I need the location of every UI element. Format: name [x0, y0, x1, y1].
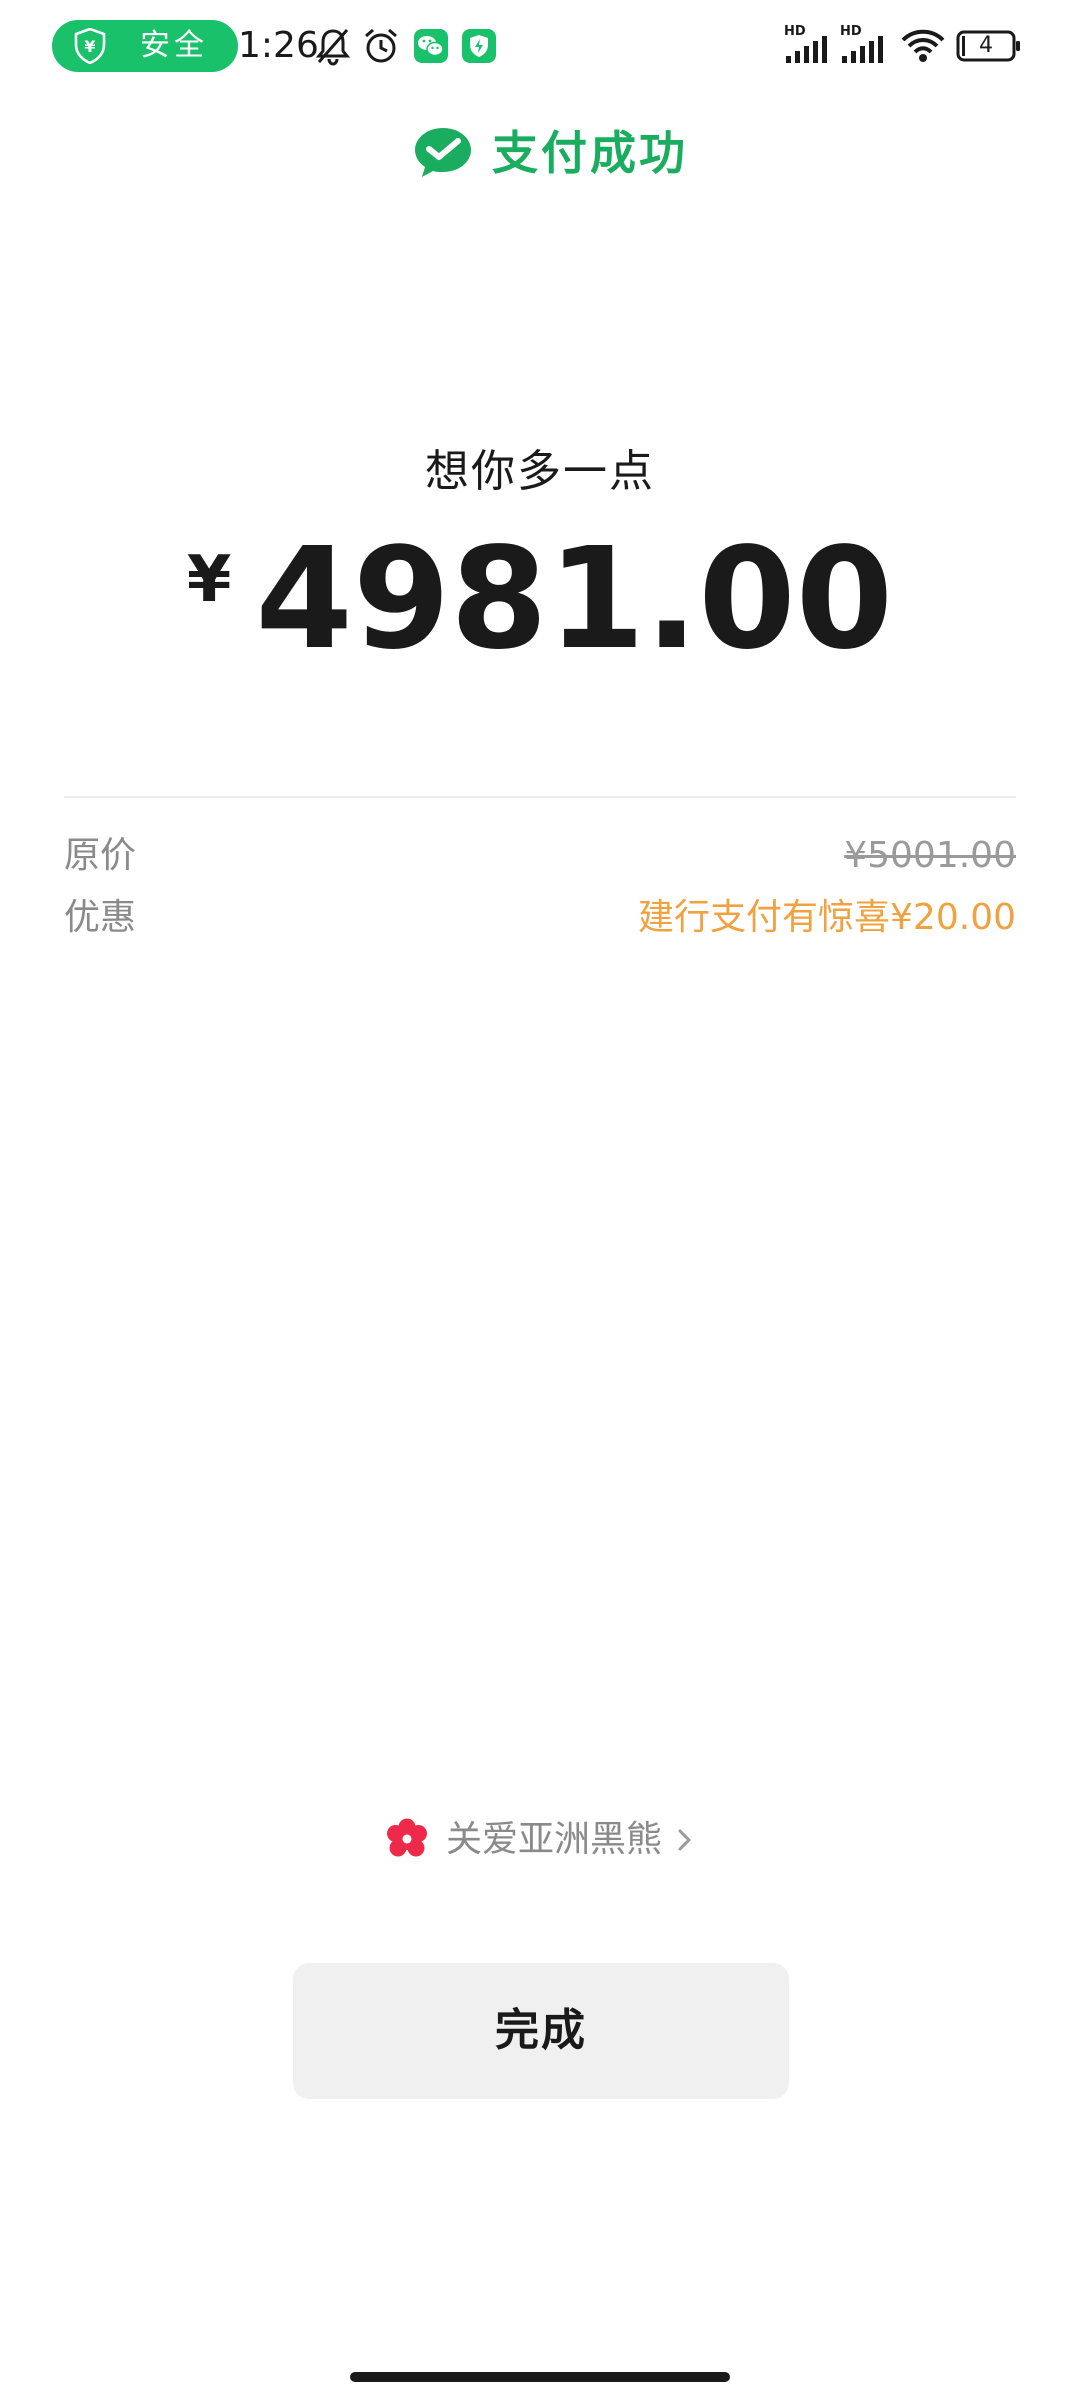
done-button[interactable]: 完成 [293, 1963, 789, 2099]
battery: 4 [956, 28, 1022, 64]
charity-text: 关爱亚洲黑熊 [445, 1819, 662, 1860]
done-button-label: 完成 [495, 2006, 587, 2055]
bell-off-icon [315, 29, 351, 66]
merchant-name: 想你多一点 [425, 446, 655, 497]
page-title: 支付成功 [492, 126, 688, 180]
signal-hd-icon [842, 36, 883, 63]
pay-success-header: 支付成功 [0, 122, 1080, 188]
original-price-value: ¥5001.00 [844, 835, 1016, 876]
wifi-icon [901, 29, 945, 62]
svg-text:¥: ¥ [84, 37, 95, 56]
detail-row-original-price: 原价 ¥5001.00 [64, 828, 1016, 884]
signal-1: HD [784, 24, 834, 66]
flower-icon [386, 1818, 427, 1857]
home-indicator[interactable] [350, 2372, 730, 2382]
alarm-icon [365, 28, 397, 63]
wechat-pay-check-icon [415, 128, 471, 177]
clock: 1:26 [238, 25, 319, 66]
security-app-icon [462, 29, 496, 63]
chevron-right-icon [678, 1829, 691, 1851]
wechat-icon [414, 29, 448, 63]
payment-amount: ¥4981.00 [0, 525, 1080, 675]
battery-level: 4 [979, 33, 993, 58]
signal-2: HD [840, 24, 890, 66]
security-label: 安全 [140, 28, 208, 63]
divider [64, 796, 1016, 798]
amount-value: 4981.00 [255, 518, 894, 681]
shield-yen-icon: ¥ [74, 28, 106, 64]
signal-hd-icon [786, 36, 827, 63]
currency-symbol: ¥ [186, 543, 232, 617]
charity-link[interactable]: 关爱亚洲黑熊 [0, 1810, 1080, 1870]
discount-value: 建行支付有惊喜¥20.00 [638, 897, 1016, 938]
status-bar: ¥ 安全 1:26 HD HD 4 [0, 0, 1080, 92]
security-status-pill[interactable]: ¥ 安全 [52, 20, 238, 72]
detail-label: 原价 [64, 835, 137, 876]
detail-label: 优惠 [64, 897, 137, 938]
detail-row-discount: 优惠 建行支付有惊喜¥20.00 [64, 890, 1016, 946]
